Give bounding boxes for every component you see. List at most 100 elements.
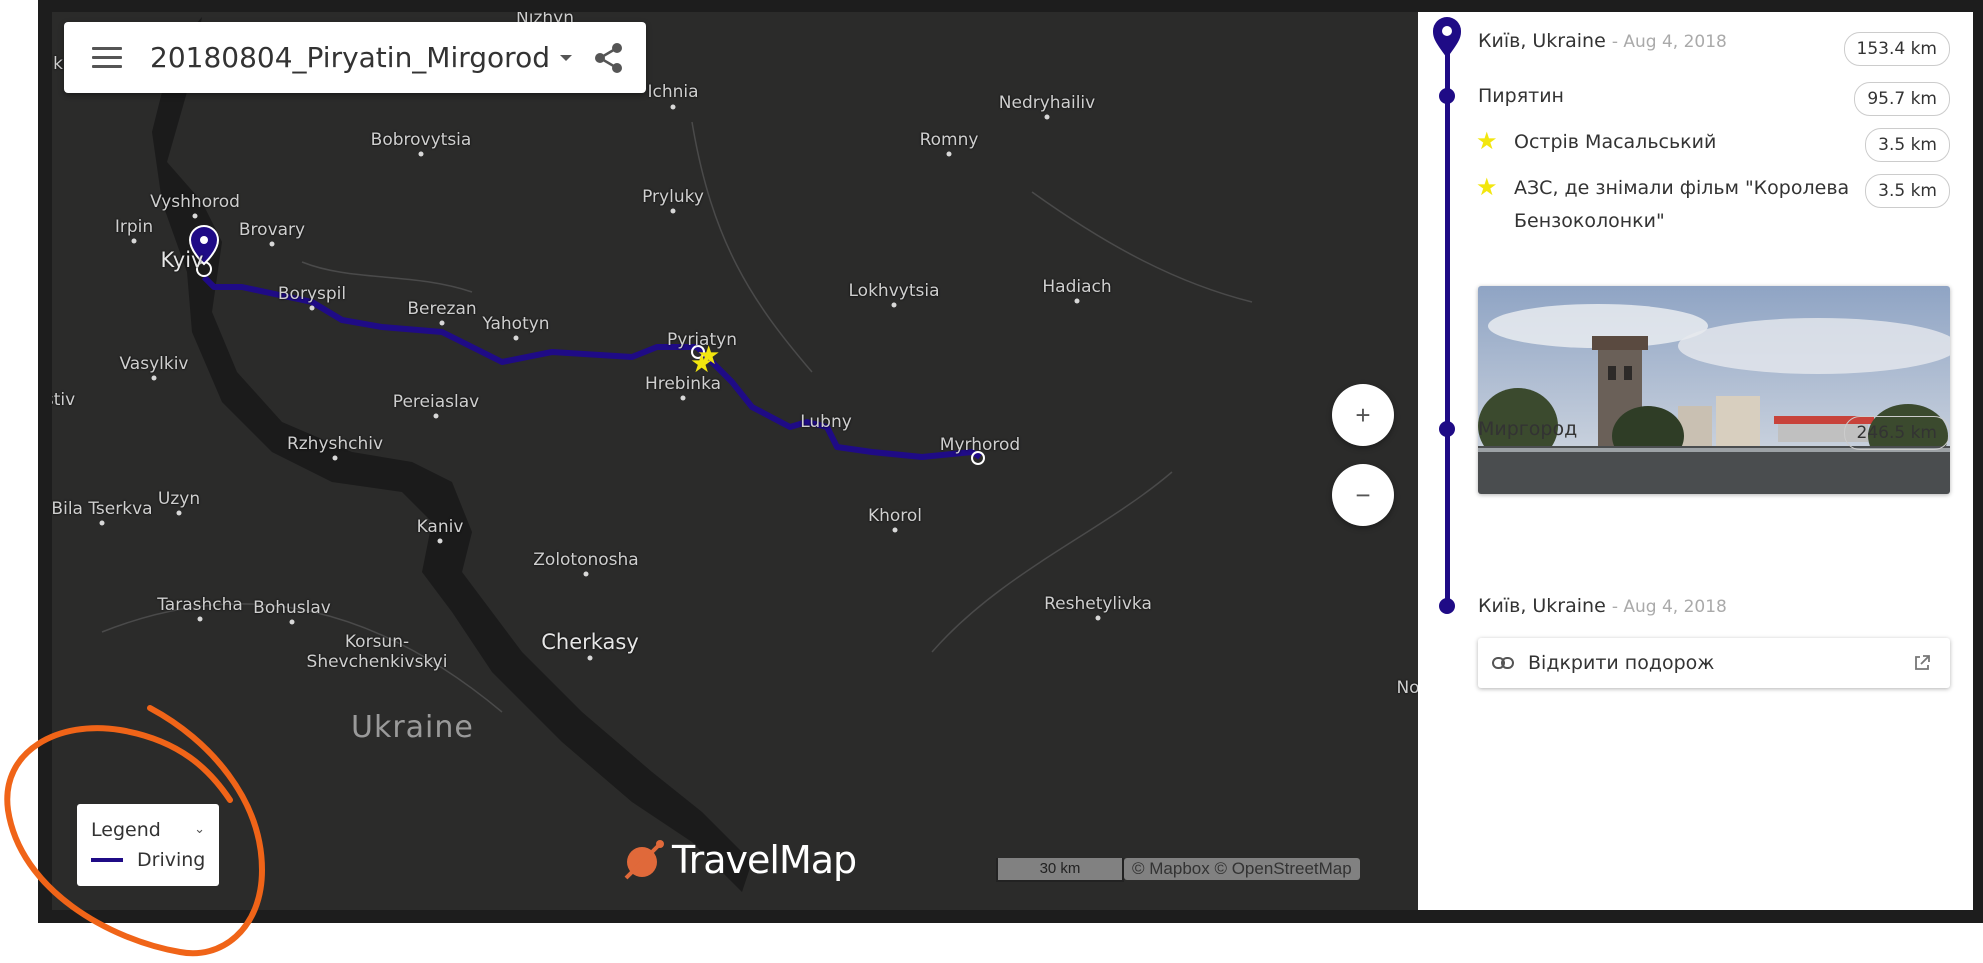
city-label: No [1396, 678, 1418, 698]
annotation-circle [4, 705, 266, 957]
city-label: stiv [52, 390, 76, 410]
zoom-out-button[interactable]: − [1332, 464, 1394, 526]
city-dot [1095, 615, 1101, 621]
map-scale: 30 km [996, 858, 1124, 882]
city-label: Irpin [114, 217, 154, 237]
city-label: Korsun- [344, 632, 410, 652]
distance-badge: 3.5 km [1865, 174, 1950, 208]
city-dot [433, 413, 439, 419]
timeline-rail [1445, 26, 1450, 606]
poi-photo[interactable] [1478, 286, 1950, 494]
menu-icon[interactable] [92, 41, 122, 74]
city-label: Pryluky [642, 187, 704, 207]
stop-pyriatyn[interactable]: Пирятин [1478, 85, 1564, 107]
stop-start[interactable]: Київ, Ukraine - Aug 4, 2018 [1478, 30, 1727, 52]
city-label: Bila Tserkva [52, 499, 153, 519]
map-attribution[interactable]: © Mapbox © OpenStreetMap [1124, 858, 1360, 880]
city-dot [309, 305, 315, 311]
stop-myrhorod[interactable]: Миргород [1478, 418, 1577, 440]
city-label: Rzhyshchiv [286, 434, 384, 454]
stop-end[interactable]: Київ, Ukraine - Aug 4, 2018 [1478, 595, 1727, 617]
start-pin-dot [200, 236, 208, 244]
city-label: Zolotonosha [533, 550, 639, 570]
city-label: Boryspil [277, 284, 347, 304]
link-icon [1492, 657, 1514, 669]
city-label: Lokhvytsia [848, 281, 940, 301]
stop-start-place: Київ, Ukraine [1478, 30, 1606, 52]
city-dot [437, 538, 443, 544]
city-label: Berezan [407, 299, 477, 319]
city-dot [439, 320, 445, 326]
distance-badge: 3.5 km [1865, 128, 1950, 162]
city-dot [946, 151, 952, 157]
city-dot [99, 520, 105, 526]
trip-sidebar: Київ, Ukraine - Aug 4, 2018 153.4 km Пир… [1418, 12, 1973, 910]
stop-end-date: - Aug 4, 2018 [1611, 597, 1727, 617]
poi-gas-station[interactable]: АЗС, де знімали фільм "Королева Бензокол… [1514, 172, 1854, 238]
poi-masalskyi[interactable]: Острів Масальський [1514, 126, 1854, 159]
city-label: Ichnia [647, 82, 699, 102]
city-label: Bohuslav [253, 598, 331, 618]
city-label: Hrebinka [644, 374, 722, 394]
travelmap-logo-icon [624, 840, 664, 880]
city-label: Pereiaslav [392, 392, 480, 412]
route-driving[interactable] [201, 274, 982, 460]
city-label: Uzyn [157, 489, 201, 509]
distance-badge: 153.4 km [1843, 32, 1950, 66]
timeline-node [1439, 598, 1455, 614]
city-label: Romny [919, 130, 979, 150]
stop-end-place: Київ, Ukraine [1478, 595, 1606, 617]
city-label: Hadiach [1042, 277, 1112, 297]
travelmap-logo: TravelMap [622, 838, 857, 882]
city-dot [670, 104, 676, 110]
star-icon: ★ [1476, 127, 1498, 155]
city-dot [670, 208, 676, 214]
city-label: Shevchenkivskyi [306, 652, 448, 672]
stop-start-date: - Aug 4, 2018 [1611, 32, 1727, 52]
city-dot [513, 335, 519, 341]
city-label: Pyriatyn [667, 330, 737, 350]
city-label: Kaniv [416, 517, 464, 537]
city-dot [131, 238, 137, 244]
city-dot [583, 571, 589, 577]
city-dot [269, 241, 275, 247]
city-label: Brovary [238, 220, 306, 240]
city-label: Lubny [800, 412, 852, 432]
city-dot [891, 302, 897, 308]
city-dot [192, 213, 198, 219]
city-dot [1044, 114, 1050, 120]
trip-toolbar: 20180804_Piryatin_Mirgorod [64, 22, 646, 93]
city-label: Tarashcha [157, 595, 243, 615]
distance-badge: 246.5 km [1843, 416, 1950, 450]
city-dot [151, 375, 157, 381]
photo-image [1478, 286, 1950, 494]
open-trip-button[interactable]: Відкрити подорож [1478, 638, 1950, 688]
zoom-in-button[interactable]: + [1332, 384, 1394, 446]
city-label: Vyshhorod [150, 192, 240, 212]
timeline-node [1439, 88, 1455, 104]
chevron-down-icon[interactable] [559, 54, 572, 61]
city-label: Vasylkiv [119, 354, 189, 374]
city-dot [892, 527, 898, 533]
city-label: Kyiv [160, 248, 204, 272]
city-dot [418, 151, 424, 157]
start-pin-icon [1433, 17, 1461, 58]
trip-title[interactable]: 20180804_Piryatin_Mirgorod [150, 41, 550, 74]
distance-badge: 95.7 km [1854, 82, 1950, 116]
city-dot [176, 510, 182, 516]
city-label: Yahotyn [482, 314, 550, 334]
city-label: Myrhorod [939, 435, 1021, 455]
open-trip-label: Відкрити подорож [1528, 652, 1715, 674]
city-dot [197, 616, 203, 622]
city-label: k [53, 54, 63, 74]
share-icon[interactable] [594, 42, 624, 74]
city-dot [680, 395, 686, 401]
city-label: Khorol [867, 506, 923, 526]
star-icon: ★ [1476, 173, 1498, 201]
city-dot [587, 655, 593, 661]
city-label: Reshetylivka [1044, 594, 1152, 614]
city-dot [1074, 298, 1080, 304]
city-dot [289, 619, 295, 625]
external-link-icon[interactable] [1914, 655, 1930, 671]
city-label: Bobrovytsia [370, 130, 472, 150]
